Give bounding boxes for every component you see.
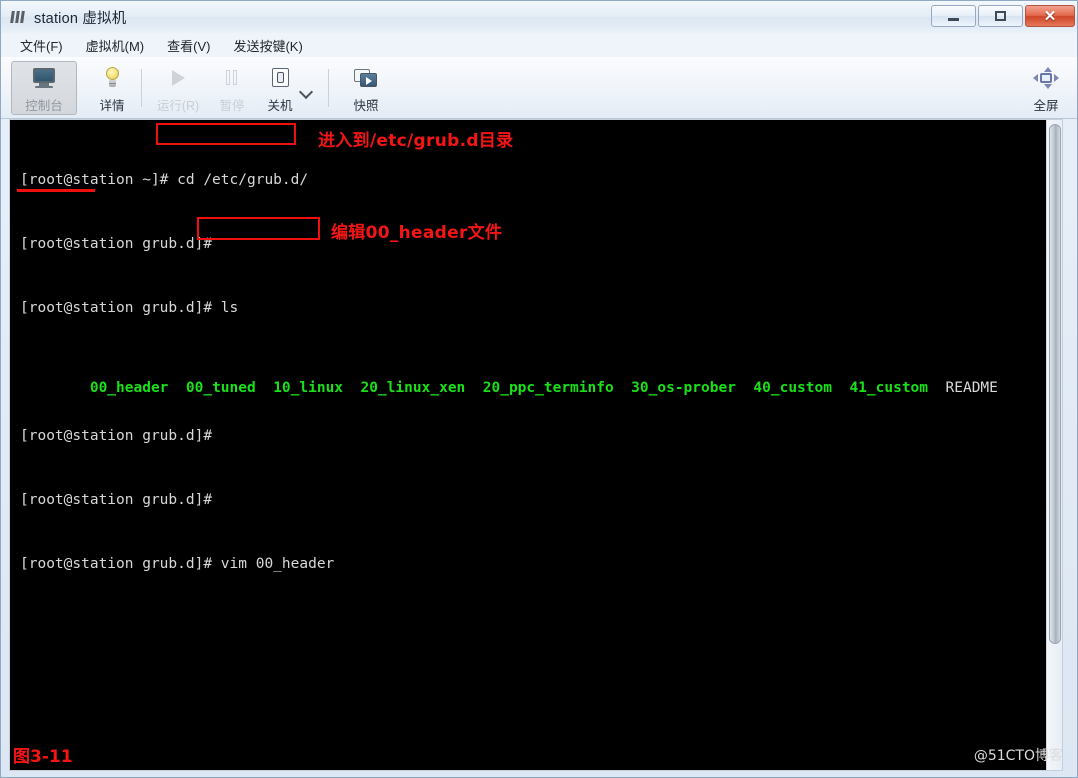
terminal-output: [root@station ~]# cd /etc/grub.d/ [root@… bbox=[10, 120, 1048, 770]
terminal-prompt: [root@station ~]# bbox=[20, 172, 178, 188]
menu-item-virtual-machine[interactable]: 虚拟机(M) bbox=[77, 34, 154, 57]
toolbar-label-snapshot: 快照 bbox=[353, 99, 379, 113]
menubar: 文件(F) 虚拟机(M) 查看(V) 发送按键(K) bbox=[1, 33, 1077, 57]
ls-entry-10-linux: 10_linux bbox=[273, 380, 344, 396]
terminal-prompt: [root@station grub.d]# bbox=[20, 492, 221, 508]
terminal-line: [root@station grub.d]# bbox=[20, 236, 1048, 252]
vm-console-screen[interactable]: [root@station ~]# cd /etc/grub.d/ [root@… bbox=[9, 119, 1063, 771]
menu-item-file[interactable]: 文件(F) bbox=[11, 34, 72, 57]
vm-console-window: station 虚拟机 ✕ 文件(F) 虚拟机(M) 查看(V) 发送按键(K)… bbox=[0, 0, 1078, 778]
terminal-command-cd: cd /etc/grub.d/ bbox=[177, 172, 309, 188]
annotation-text-cd: 进入到/etc/grub.d目录 bbox=[318, 131, 514, 151]
ls-entry-20-ppc-terminfo: 20_ppc_terminfo bbox=[482, 380, 614, 396]
terminal-prompt: [root@station grub.d]# bbox=[20, 428, 221, 444]
ls-entry-40-custom: 40_custom bbox=[753, 380, 832, 396]
watermark: @51CTO博客 bbox=[973, 748, 1063, 764]
toolbar-button-details[interactable]: 详情 bbox=[79, 61, 145, 115]
toolbar-label-run: 运行(R) bbox=[156, 99, 200, 113]
ls-entry-30-os-prober: 30_os-prober bbox=[631, 380, 736, 396]
toolbar-button-snapshot[interactable]: 快照 bbox=[333, 61, 399, 115]
maximize-icon bbox=[995, 11, 1006, 21]
menu-item-view[interactable]: 查看(V) bbox=[158, 34, 219, 57]
play-icon bbox=[165, 67, 191, 89]
terminal-line: [root@station grub.d]# bbox=[20, 492, 1048, 508]
terminal-prompt: [root@station grub.d]# bbox=[20, 236, 221, 252]
ls-entry-readme: README bbox=[945, 380, 998, 396]
ls-entry-41-custom: 41_custom bbox=[849, 380, 929, 396]
lightbulb-icon bbox=[99, 67, 125, 89]
toolbar-button-console[interactable]: 控制台 bbox=[11, 61, 77, 115]
toolbar-label-console: 控制台 bbox=[25, 99, 63, 113]
ls-entry-00-tuned: 00_tuned bbox=[185, 380, 256, 396]
terminal-command-vim: vim 00_header bbox=[220, 556, 335, 572]
minimize-button[interactable] bbox=[931, 5, 976, 27]
terminal-line: [root@station grub.d]# bbox=[20, 428, 1048, 444]
minimize-icon bbox=[948, 18, 959, 21]
menu-item-send-key[interactable]: 发送按键(K) bbox=[224, 34, 311, 57]
terminal-prompt: [root@station grub.d]# bbox=[20, 300, 221, 316]
power-icon bbox=[267, 67, 293, 89]
pause-icon bbox=[219, 67, 245, 89]
toolbar: 控制台 详情 运行(R) 暂停 关机 快照 全屏 bbox=[1, 57, 1077, 119]
ls-entry-00-header: 00_header bbox=[89, 380, 169, 396]
window-title: station 虚拟机 bbox=[34, 10, 127, 27]
console-scrollbar[interactable] bbox=[1046, 120, 1062, 770]
window-controls: ✕ bbox=[931, 5, 1075, 27]
toolbar-label-shutdown: 关机 bbox=[267, 99, 293, 113]
toolbar-separator-1 bbox=[141, 69, 142, 107]
terminal-line: [root@station grub.d]# ls bbox=[20, 300, 1048, 316]
close-icon: ✕ bbox=[1043, 7, 1057, 25]
toolbar-separator-2 bbox=[328, 69, 329, 107]
scrollbar-thumb[interactable] bbox=[1049, 124, 1061, 644]
toolbar-label-details: 详情 bbox=[99, 99, 125, 113]
annotation-text-vim: 编辑00_header文件 bbox=[331, 223, 503, 243]
terminal-command-ls: ls bbox=[220, 300, 239, 316]
terminal-line: [root@station ~]# cd /etc/grub.d/ bbox=[20, 172, 1048, 188]
terminal-prompt: [root@station grub.d]# bbox=[20, 556, 221, 572]
fullscreen-arrows-icon bbox=[1033, 67, 1059, 89]
ls-entry-20-linux-xen: 20_linux_xen bbox=[360, 380, 466, 396]
vmware-logo-icon bbox=[10, 10, 27, 24]
toolbar-button-fullscreen[interactable]: 全屏 bbox=[1013, 61, 1077, 115]
terminal-line: [root@station grub.d]# vim 00_header bbox=[20, 556, 1048, 572]
monitor-icon bbox=[31, 67, 57, 89]
toolbar-label-pause: 暂停 bbox=[219, 99, 245, 113]
snapshot-icon bbox=[353, 67, 379, 89]
toolbar-label-fullscreen: 全屏 bbox=[1033, 99, 1059, 113]
close-button[interactable]: ✕ bbox=[1025, 5, 1075, 27]
maximize-button[interactable] bbox=[978, 5, 1023, 27]
chevron-down-icon[interactable] bbox=[299, 85, 315, 97]
terminal-ls-output: 00_header 00_tuned 10_linux 20_linux_xen… bbox=[20, 364, 1048, 396]
figure-caption: 图3-11 bbox=[13, 747, 73, 767]
window-titlebar: station 虚拟机 ✕ bbox=[1, 1, 1077, 33]
